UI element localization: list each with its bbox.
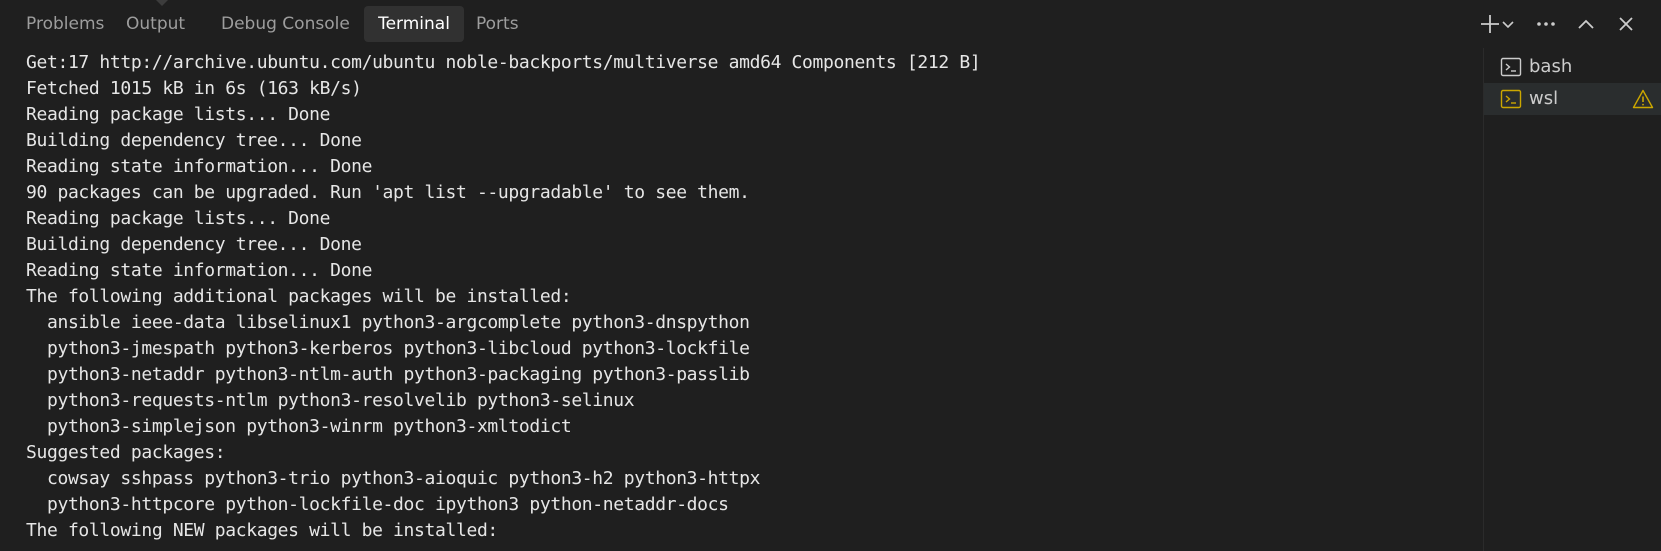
terminal-profile-dropdown[interactable] [1500,8,1516,40]
terminal-line: Reading package lists... Done [26,104,331,125]
terminal-line: Get:17 http://archive.ubuntu.com/ubuntu … [26,52,981,73]
terminal-line: 90 packages can be upgraded. Run 'apt li… [26,182,750,203]
terminal-icon [1500,57,1522,77]
terminal-line: cowsay sshpass python3-trio python3-aioq… [26,468,761,489]
close-icon [1619,17,1633,31]
chevron-down-icon [1502,21,1514,29]
warning-icon[interactable] [1632,88,1654,110]
terminal-list-item-label: bash [1529,56,1573,77]
terminal-line: Reading state information... Done [26,156,373,177]
terminal-line: python3-simplejson python3-winrm python3… [26,416,572,437]
tab-ports[interactable]: Ports [464,6,531,42]
terminal-line: ansible ieee-data libselinux1 python3-ar… [26,312,750,333]
chevron-up-icon [1578,19,1594,29]
terminal-list-item-wsl[interactable]: wsl [1484,83,1661,115]
panel-actions [1472,8,1661,40]
terminal-line: The following additional packages will b… [26,286,572,307]
tab-debug-console[interactable]: Debug Console [209,6,362,42]
terminal-line: Reading package lists... Done [26,208,331,229]
terminal-list: bash wsl [1483,48,1661,551]
terminal-line: Fetched 1015 kB in 6s (163 kB/s) [26,78,362,99]
close-panel-button[interactable] [1612,8,1640,40]
more-actions-button[interactable] [1532,8,1560,40]
tab-problems[interactable]: Problems [14,6,116,42]
maximize-panel-button[interactable] [1572,8,1600,40]
terminal-line: Building dependency tree... Done [26,130,362,151]
terminal-line: python3-netaddr python3-ntlm-auth python… [26,364,750,385]
terminal-list-item-label: wsl [1529,88,1559,109]
terminal-line: Building dependency tree... Done [26,234,362,255]
terminal-line: python3-requests-ntlm python3-resolvelib… [26,390,635,411]
panel-tab-bar: Problems Output Debug Console Terminal P… [0,0,1661,48]
terminal-output[interactable]: Get:17 http://archive.ubuntu.com/ubuntu … [26,50,1386,550]
terminal-line: Reading state information... Done [26,260,373,281]
tab-terminal[interactable]: Terminal [364,6,464,42]
terminal-line: The following NEW packages will be insta… [26,520,498,541]
tab-output[interactable]: Output [114,6,197,42]
more-icon [1537,22,1555,26]
terminal-line: Suggested packages: [26,442,226,463]
terminal-line: python3-jmespath python3-kerberos python… [26,338,750,359]
terminal-line: python3-httpcore python-lockfile-doc ipy… [26,494,729,515]
terminal-icon [1500,89,1522,109]
terminal-list-item-bash[interactable]: bash [1484,51,1661,83]
